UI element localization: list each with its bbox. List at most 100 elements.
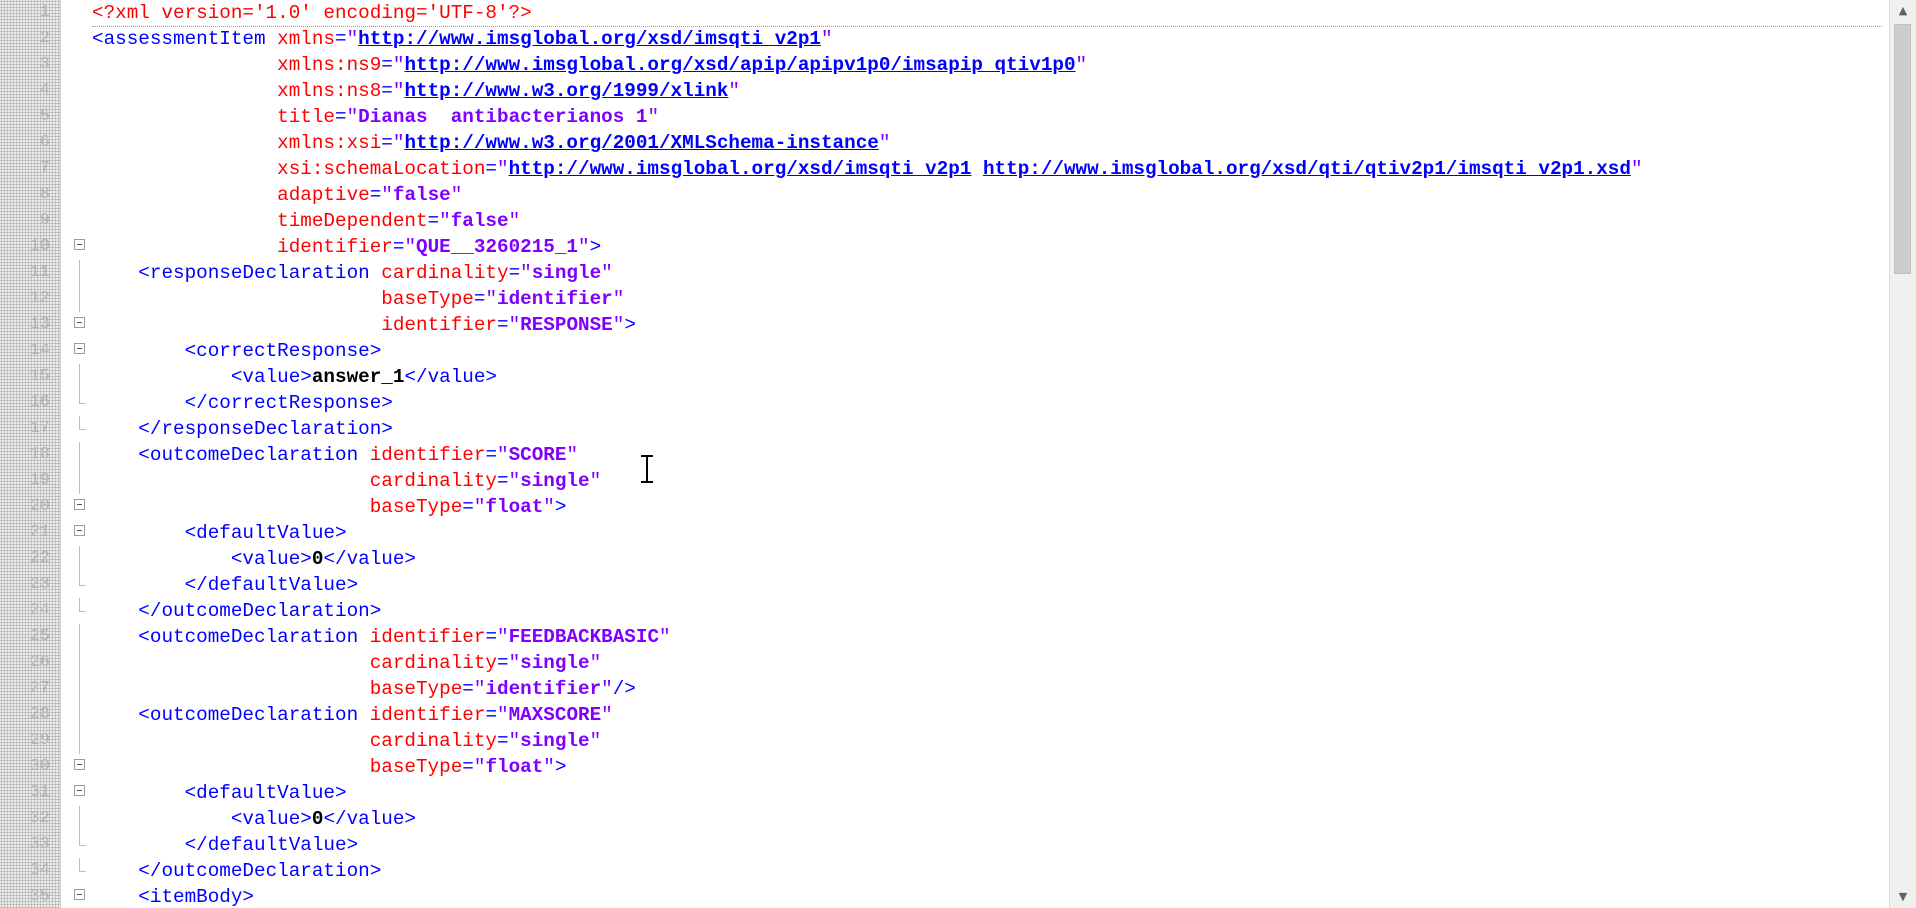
code-text[interactable]: baseType="identifier": [92, 286, 624, 312]
code-text[interactable]: <?xml version='1.0' encoding='UTF-8'?>: [92, 0, 1882, 27]
token-url[interactable]: http://www.imsglobal.org/xsd/imsqti_v2p1: [509, 158, 972, 180]
fold-collapse-icon[interactable]: [74, 499, 85, 510]
token-q: ": [601, 262, 613, 284]
code-line[interactable]: 34 </outcomeDeclaration>: [0, 858, 1890, 884]
line-number: 22: [29, 549, 50, 568]
code-line[interactable]: 13 identifier="RESPONSE">: [0, 312, 1890, 338]
code-line[interactable]: 10 identifier="QUE__3260215_1">: [0, 234, 1890, 260]
code-line[interactable]: 16 </correctResponse>: [0, 390, 1890, 416]
code-lines[interactable]: 1 <?xml version='1.0' encoding='UTF-8'?> 2…: [0, 0, 1890, 908]
code-line[interactable]: 31 <defaultValue>: [0, 780, 1890, 806]
fold-collapse-icon[interactable]: [74, 343, 85, 354]
code-text[interactable]: identifier="QUE__3260215_1">: [92, 234, 601, 260]
token-url[interactable]: http://www.w3.org/2001/XMLSchema-instanc…: [404, 132, 878, 154]
code-line[interactable]: 9 timeDependent="false": [0, 208, 1890, 234]
code-text[interactable]: adaptive="false": [92, 182, 462, 208]
code-text[interactable]: <correctResponse>: [92, 338, 382, 364]
code-line[interactable]: 27 baseType="identifier"/>: [0, 676, 1890, 702]
code-text[interactable]: <value>answer_1</value>: [92, 364, 497, 390]
code-line[interactable]: 29 cardinality="single": [0, 728, 1890, 754]
token-tag: =: [496, 730, 509, 752]
code-text[interactable]: <responseDeclaration cardinality="single…: [92, 260, 613, 286]
code-line[interactable]: 15 <value>answer_1</value>: [0, 364, 1890, 390]
code-text[interactable]: <outcomeDeclaration identifier="SCORE": [92, 442, 578, 468]
code-text[interactable]: xmlns:xsi="http://www.w3.org/2001/XMLSch…: [92, 130, 890, 156]
code-line[interactable]: 20 baseType="float">: [0, 494, 1890, 520]
code-text[interactable]: baseType="float">: [92, 494, 567, 520]
code-text[interactable]: <itemBody>: [92, 884, 254, 908]
code-line[interactable]: 19 cardinality="single": [0, 468, 1890, 494]
code-text[interactable]: cardinality="single": [92, 728, 601, 754]
token-tag: =: [485, 444, 498, 466]
code-line[interactable]: 21 <defaultValue>: [0, 520, 1890, 546]
code-text[interactable]: timeDependent="false": [92, 208, 520, 234]
code-text[interactable]: </correctResponse>: [92, 390, 393, 416]
fold-end-marker: [79, 598, 86, 612]
code-line[interactable]: 32 <value>0</value>: [0, 806, 1890, 832]
code-editor[interactable]: 1 <?xml version='1.0' encoding='UTF-8'?> 2…: [0, 0, 1890, 908]
token-url[interactable]: http://www.w3.org/1999/xlink: [404, 80, 728, 102]
arrow-down-icon[interactable]: ▼: [1890, 886, 1916, 908]
code-line[interactable]: 1 <?xml version='1.0' encoding='UTF-8'?>: [0, 0, 1890, 27]
code-line[interactable]: 8 adaptive="false": [0, 182, 1890, 208]
token-url[interactable]: http://www.imsglobal.org/xsd/qti/qtiv2p1…: [983, 158, 1631, 180]
code-text[interactable]: <defaultValue>: [92, 780, 347, 806]
code-text[interactable]: xmlns:ns8="http://www.w3.org/1999/xlink": [92, 78, 740, 104]
code-line[interactable]: 12 baseType="identifier": [0, 286, 1890, 312]
code-text[interactable]: identifier="RESPONSE">: [92, 312, 636, 338]
code-text[interactable]: xmlns:ns9="http://www.imsglobal.org/xsd/…: [92, 52, 1087, 78]
code-line[interactable]: 11 <responseDeclaration cardinality="sin…: [0, 260, 1890, 286]
token-url[interactable]: http://www.imsglobal.org/xsd/imsqti_v2p1: [358, 28, 821, 50]
code-line[interactable]: 3 xmlns:ns9="http://www.imsglobal.org/xs…: [0, 52, 1890, 78]
token-tag: >: [624, 314, 636, 336]
code-text[interactable]: <defaultValue>: [92, 520, 347, 546]
scroll-thumb[interactable]: [1894, 24, 1911, 274]
code-text[interactable]: <outcomeDeclaration identifier="FEEDBACK…: [92, 624, 670, 650]
code-text[interactable]: </defaultValue>: [92, 832, 359, 858]
fold-collapse-icon[interactable]: [74, 525, 85, 536]
code-line[interactable]: 26 cardinality="single": [0, 650, 1890, 676]
token-attr: identifier: [369, 444, 486, 466]
code-text[interactable]: <assessmentItem xmlns="http://www.imsglo…: [92, 26, 833, 52]
code-text[interactable]: <value>0</value>: [92, 546, 416, 572]
code-line[interactable]: 4 xmlns:ns8="http://www.w3.org/1999/xlin…: [0, 78, 1890, 104]
code-line[interactable]: 35 <itemBody>: [0, 884, 1890, 908]
code-line[interactable]: 22 <value>0</value>: [0, 546, 1890, 572]
code-text[interactable]: </outcomeDeclaration>: [92, 858, 381, 884]
token-url[interactable]: http://www.imsglobal.org/xsd/apip/apipv1…: [404, 54, 1075, 76]
code-line[interactable]: 33 </defaultValue>: [0, 832, 1890, 858]
code-line[interactable]: 24 </outcomeDeclaration>: [0, 598, 1890, 624]
code-line[interactable]: 6 xmlns:xsi="http://www.w3.org/2001/XMLS…: [0, 130, 1890, 156]
code-line[interactable]: 17 </responseDeclaration>: [0, 416, 1890, 442]
vertical-scrollbar[interactable]: ▲ ▼: [1889, 0, 1916, 908]
code-line[interactable]: 18 <outcomeDeclaration identifier="SCORE…: [0, 442, 1890, 468]
token-q: ": [589, 730, 602, 752]
code-text[interactable]: </defaultValue>: [92, 572, 359, 598]
token-q: ": [473, 678, 486, 700]
code-line[interactable]: 25 <outcomeDeclaration identifier="FEEDB…: [0, 624, 1890, 650]
code-text[interactable]: </responseDeclaration>: [92, 416, 393, 442]
code-text[interactable]: cardinality="single": [92, 468, 601, 494]
code-line[interactable]: 14 <correctResponse>: [0, 338, 1890, 364]
code-line[interactable]: 30 baseType="float">: [0, 754, 1890, 780]
code-line[interactable]: 23 </defaultValue>: [0, 572, 1890, 598]
fold-collapse-icon[interactable]: [74, 239, 85, 250]
code-text[interactable]: </outcomeDeclaration>: [92, 598, 381, 624]
code-text[interactable]: xsi:schemaLocation="http://www.imsglobal…: [92, 156, 1642, 182]
code-text[interactable]: cardinality="single": [92, 650, 601, 676]
fold-collapse-icon[interactable]: [74, 759, 85, 770]
fold-collapse-icon[interactable]: [74, 317, 85, 328]
code-text[interactable]: baseType="identifier"/>: [92, 676, 636, 702]
code-line[interactable]: 5 title="Dianas antibacterianos 1": [0, 104, 1890, 130]
fold-collapse-icon[interactable]: [74, 785, 85, 796]
code-text[interactable]: baseType="float">: [92, 754, 567, 780]
code-text[interactable]: <outcomeDeclaration identifier="MAXSCORE…: [92, 702, 612, 728]
code-line[interactable]: 28 <outcomeDeclaration identifier="MAXSC…: [0, 702, 1890, 728]
code-text[interactable]: <value>0</value>: [92, 806, 416, 832]
code-line[interactable]: 2 <assessmentItem xmlns="http://www.imsgl…: [0, 26, 1890, 52]
fold-collapse-icon[interactable]: [74, 889, 85, 900]
code-line[interactable]: 7 xsi:schemaLocation="http://www.imsglob…: [0, 156, 1890, 182]
code-text[interactable]: title="Dianas antibacterianos 1": [92, 104, 659, 130]
arrow-up-icon[interactable]: ▲: [1890, 0, 1916, 22]
